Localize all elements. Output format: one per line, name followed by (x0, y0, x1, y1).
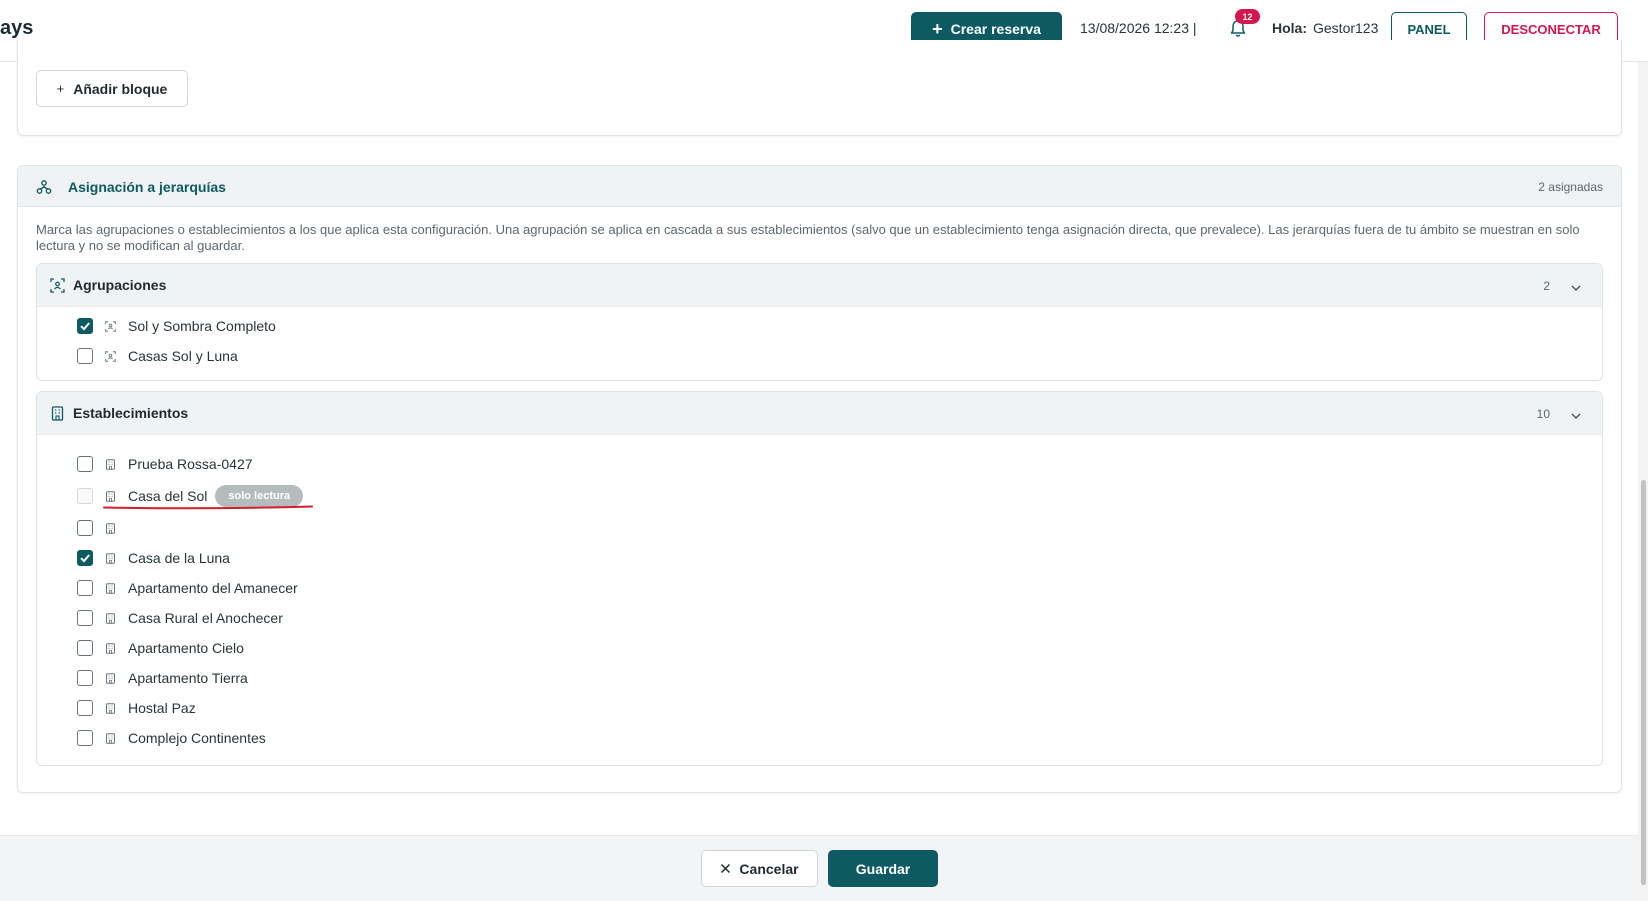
current-datetime: 13/08/2026 12:23 | (1080, 20, 1197, 36)
plus-icon: + (932, 19, 943, 39)
building-icon (105, 642, 116, 654)
building-icon (105, 582, 116, 594)
list-item[interactable]: Prueba Rossa-0427 (77, 454, 253, 474)
plus-icon: + (56, 81, 65, 96)
checkbox[interactable] (77, 730, 93, 746)
list-item[interactable]: Complejo Continentes (77, 728, 266, 748)
list-item[interactable]: Apartamento Cielo (77, 638, 244, 658)
list-item[interactable]: Casas Sol y Luna (77, 346, 238, 366)
checkmark-icon (80, 554, 90, 563)
groups-section: Agrupaciones 2 Sol y Sombra Completo Cas… (36, 263, 1603, 381)
checkbox[interactable] (77, 640, 93, 656)
checkbox[interactable] (77, 456, 93, 472)
building-icon (105, 672, 116, 684)
group-icon (105, 320, 116, 332)
group-icon (50, 278, 65, 293)
blocks-card (17, 40, 1622, 136)
chevron-down-icon[interactable] (1570, 407, 1582, 419)
checkbox[interactable] (77, 348, 93, 364)
cancel-button[interactable]: Cancelar (701, 850, 818, 887)
footer-bar (0, 835, 1638, 901)
checkbox[interactable] (77, 700, 93, 716)
establishments-title: Establecimientos (73, 405, 189, 421)
checkbox[interactable] (77, 610, 93, 626)
user-greeting: Hola: Gestor123 (1272, 20, 1378, 36)
list-item[interactable] (77, 518, 128, 538)
list-item: Casa del Sol solo lectura (77, 485, 304, 507)
brand-logo-text: ays (0, 17, 34, 39)
checkbox[interactable] (77, 318, 93, 334)
list-item-label: Complejo Continentes (128, 730, 266, 746)
building-icon (105, 552, 116, 564)
list-item-label: Casas Sol y Luna (128, 348, 238, 364)
checkbox[interactable] (77, 520, 93, 536)
group-icon (105, 350, 116, 362)
hierarchy-icon (36, 179, 52, 195)
list-item[interactable]: Hostal Paz (77, 698, 196, 718)
list-item[interactable]: Apartamento Tierra (77, 668, 248, 688)
username: Gestor123 (1313, 20, 1379, 36)
building-icon (105, 702, 116, 714)
list-item[interactable]: Sol y Sombra Completo (77, 316, 276, 336)
hierarchy-assignment-card: Asignación a jerarquías 2 asignadas Marc… (17, 165, 1622, 793)
hierarchy-title: Asignación a jerarquías (68, 179, 226, 195)
scrollbar-thumb[interactable] (1641, 480, 1646, 885)
notification-count-badge: 12 (1235, 9, 1260, 24)
building-icon (105, 732, 116, 744)
building-icon (105, 612, 116, 624)
building-icon (105, 522, 116, 534)
groups-section-header[interactable]: Agrupaciones 2 (37, 264, 1602, 307)
list-item-label: Hostal Paz (128, 700, 196, 716)
checkbox (77, 488, 93, 504)
building-icon (50, 406, 65, 421)
chevron-down-icon[interactable] (1570, 279, 1582, 291)
greeting-label: Hola: (1272, 20, 1307, 36)
list-item-label: Sol y Sombra Completo (128, 318, 276, 334)
save-button[interactable]: Guardar (828, 850, 938, 887)
close-icon (721, 863, 731, 874)
establishments-count: 10 (1536, 407, 1550, 421)
add-block-label: Añadir bloque (73, 80, 168, 97)
list-item-label: Casa Rural el Anochecer (128, 610, 283, 626)
list-item[interactable]: Casa de la Luna (77, 548, 230, 568)
list-item[interactable]: Apartamento del Amanecer (77, 578, 298, 598)
list-item[interactable]: Casa Rural el Anochecer (77, 608, 283, 628)
list-item-label: Apartamento del Amanecer (128, 580, 298, 596)
list-item-label: Casa de la Luna (128, 550, 230, 566)
list-item-label: Apartamento Cielo (128, 640, 244, 656)
list-item-label: Apartamento Tierra (128, 670, 248, 686)
establishments-section: Establecimientos 10 Prueba Rossa-0427 Cas… (36, 391, 1603, 766)
create-reservation-label: Crear reserva (950, 21, 1041, 37)
building-icon (105, 458, 116, 470)
groups-title: Agrupaciones (73, 277, 167, 293)
checkbox[interactable] (77, 580, 93, 596)
building-icon (105, 490, 116, 502)
hierarchy-card-header: Asignación a jerarquías 2 asignadas (18, 166, 1621, 207)
checkbox[interactable] (77, 550, 93, 566)
establishments-section-header[interactable]: Establecimientos 10 (37, 392, 1602, 435)
groups-count: 2 (1543, 279, 1550, 293)
cancel-label: Cancelar (739, 860, 799, 877)
checkbox[interactable] (77, 670, 93, 686)
annotation-underline (103, 505, 313, 510)
list-item-label: Casa del Sol (128, 488, 208, 504)
hierarchy-description: Marca las agrupaciones o establecimiento… (36, 222, 1580, 253)
assigned-count: 2 asignadas (1538, 180, 1603, 194)
checkmark-icon (80, 322, 90, 331)
add-block-button[interactable]: + Añadir bloque (36, 70, 188, 107)
list-item-label: Prueba Rossa-0427 (128, 456, 253, 472)
